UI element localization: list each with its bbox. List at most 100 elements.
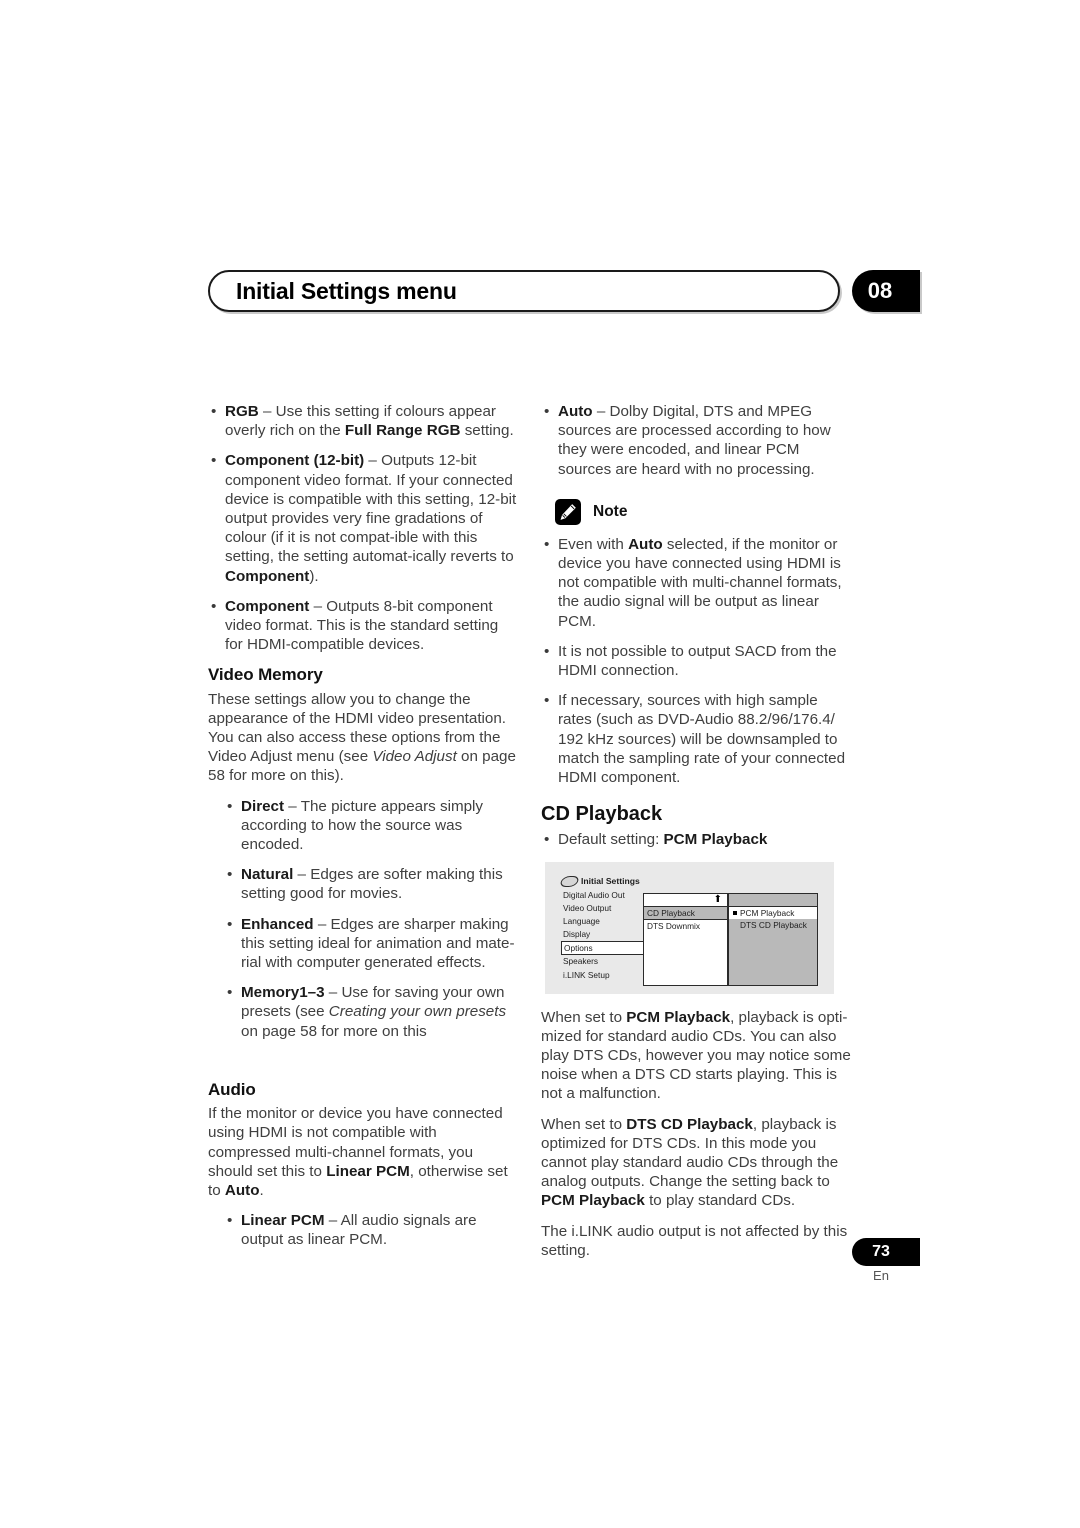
osd-row-dts-downmix[interactable]: DTS Downmix [644, 920, 727, 933]
section-heading-cd-playback: CD Playback [541, 803, 663, 826]
list-item: • Component – Outputs 8-bit component vi… [208, 597, 520, 655]
bullet-term: Auto [558, 403, 593, 420]
bullet-dash: – [313, 915, 331, 933]
list-item: • Auto – Dolby Digital, DTS and MPEG sou… [541, 402, 853, 479]
part-1: When set to [541, 1115, 627, 1133]
bold-1: DTS CD Playback [626, 1115, 753, 1133]
bold-1: PCM Playback [626, 1008, 731, 1026]
bullet-term: RGB [225, 403, 259, 420]
osd-option-label: PCM Playback [740, 907, 795, 918]
osd-middle-header: ⬆ [644, 893, 727, 907]
osd-menu-item-language[interactable]: Language [561, 915, 647, 928]
section-heading-audio: Audio [208, 1079, 256, 1099]
audio-intro: If the monitor or device you have connec… [208, 1104, 520, 1200]
part-1: The i.LINK audio output is not affected … [541, 1222, 848, 1259]
list-item: • Component (12-bit) – Outputs 12-bit co… [208, 451, 520, 585]
bullet-term: Natural [241, 866, 294, 884]
intro-part-3: . [259, 1181, 264, 1199]
right-text-column: • Auto – Dolby Digital, DTS and MPEG sou… [541, 402, 853, 1271]
osd-menu-item-video-output[interactable]: Video Output [561, 902, 647, 915]
bullet-dash: – [592, 403, 610, 420]
cd-playback-paragraph-1: When set to PCM Playback, playback is op… [541, 1008, 853, 1104]
osd-right-panel: PCM Playback DTS CD Playback [728, 892, 818, 986]
bullet-dot: • [211, 403, 217, 420]
osd-row-cd-playback[interactable]: CD Playback [644, 905, 727, 921]
bullet-term-2: Full Range RGB [344, 422, 461, 440]
bullet-dot: • [544, 403, 550, 420]
list-item: • Default setting: PCM Playback [541, 830, 853, 849]
up-arrow-icon: ⬆ [713, 894, 722, 906]
list-item: • RGB – Use this setting if colours appe… [208, 402, 520, 440]
list-item: • Linear PCM – All audio signals are out… [208, 1211, 520, 1249]
chapter-number: 08 [867, 278, 893, 303]
bullet-dot: • [211, 597, 217, 615]
list-item: • If necessary, sources with high sample… [541, 691, 853, 787]
bullet-dot: • [211, 452, 217, 470]
page-title: Initial Settings menu [236, 278, 457, 304]
bullet-term: Component (12-bit) [225, 452, 365, 470]
bullet-text: Even with [558, 535, 629, 553]
bullet-dot: • [227, 866, 233, 884]
intro-bold-1: Linear PCM [326, 1162, 410, 1180]
osd-left-menu: Digital Audio Out Video Output Language … [561, 889, 647, 982]
bullet-text: If necessary, sources with high sample r… [558, 692, 846, 787]
bullet-text-2: ). [309, 567, 319, 585]
default-setting-label: Default setting: [558, 831, 664, 849]
list-item: • Enhanced – Edges are sharper making th… [208, 915, 520, 973]
bullet-dash: – [309, 597, 327, 615]
bullet-dash: – [293, 866, 311, 884]
osd-menu-item-options[interactable]: Options [561, 941, 647, 956]
list-item: • Direct – The picture appears simply ac… [208, 797, 520, 855]
part-1: When set to [541, 1008, 627, 1026]
bullet-dash: – [324, 1212, 341, 1230]
disc-icon [558, 875, 581, 887]
list-item: • It is not possible to output SACD from… [541, 642, 853, 680]
bullet-dot: • [544, 642, 550, 660]
bullet-term: Direct [241, 797, 285, 815]
osd-option-pcm-playback[interactable]: PCM Playback [729, 906, 817, 920]
chapter-header: Initial Settings menu 08 [208, 270, 920, 314]
bullet-term: Linear PCM [241, 1212, 325, 1230]
selected-marker-icon [733, 910, 737, 915]
osd-middle-panel: ⬆ CD Playback DTS Downmix [643, 892, 728, 986]
bullet-dot: • [544, 692, 550, 710]
intro-bold-2: Auto [224, 1181, 260, 1199]
osd-menu-item-ilink-setup[interactable]: i.LINK Setup [561, 969, 647, 982]
osd-screenshot: Initial Settings Digital Audio Out Video… [545, 861, 834, 994]
list-item: • Even with Auto selected, if the monito… [541, 535, 853, 631]
bullet-dot: • [544, 535, 550, 553]
bullet-text: It is not possible to output SACD from t… [558, 642, 837, 680]
language-code: En [873, 1268, 889, 1283]
page-number-tab: 73 [852, 1238, 920, 1266]
list-item: • Memory1–3 – Use for saving your own pr… [208, 983, 520, 1041]
bullet-dash: – [258, 403, 276, 420]
video-memory-intro: These settings allow you to change the a… [208, 690, 520, 786]
bullet-term: Auto [628, 535, 663, 553]
bullet-italic-ref: Creating your own presets [328, 1003, 507, 1021]
bullet-dot: • [544, 831, 550, 849]
pencil-icon [555, 498, 581, 525]
bullet-term: Component [225, 597, 310, 615]
intro-italic-ref: Video Adjust [372, 748, 457, 766]
page-number: 73 [872, 1243, 890, 1260]
cd-playback-paragraph-2: When set to DTS CD Playback, playback is… [541, 1115, 853, 1211]
bullet-term: Memory1–3 [241, 984, 325, 1002]
osd-menu-item-display[interactable]: Display [561, 928, 647, 941]
bullet-text-2: setting. [460, 422, 514, 440]
osd-option-label: DTS CD Playback [740, 920, 807, 931]
bullet-dot: • [227, 1212, 233, 1230]
chapter-number-tab: 08 [852, 270, 920, 312]
osd-option-dts-cd-playback[interactable]: DTS CD Playback [729, 919, 817, 932]
bold-2: PCM Playback [541, 1192, 645, 1210]
osd-right-header [729, 893, 817, 907]
section-heading-video-memory: Video Memory [208, 665, 323, 685]
bullet-term-2: Component [225, 567, 310, 585]
default-setting-value: PCM Playback [663, 831, 768, 849]
part-3: to play standard CDs. [644, 1192, 796, 1210]
bullet-dot: • [227, 915, 233, 933]
bullet-dot: • [227, 984, 233, 1002]
left-text-column: • RGB – Use this setting if colours appe… [208, 402, 520, 1261]
osd-menu-item-digital-audio-out[interactable]: Digital Audio Out [561, 889, 647, 902]
osd-menu-item-speakers[interactable]: Speakers [561, 955, 647, 968]
